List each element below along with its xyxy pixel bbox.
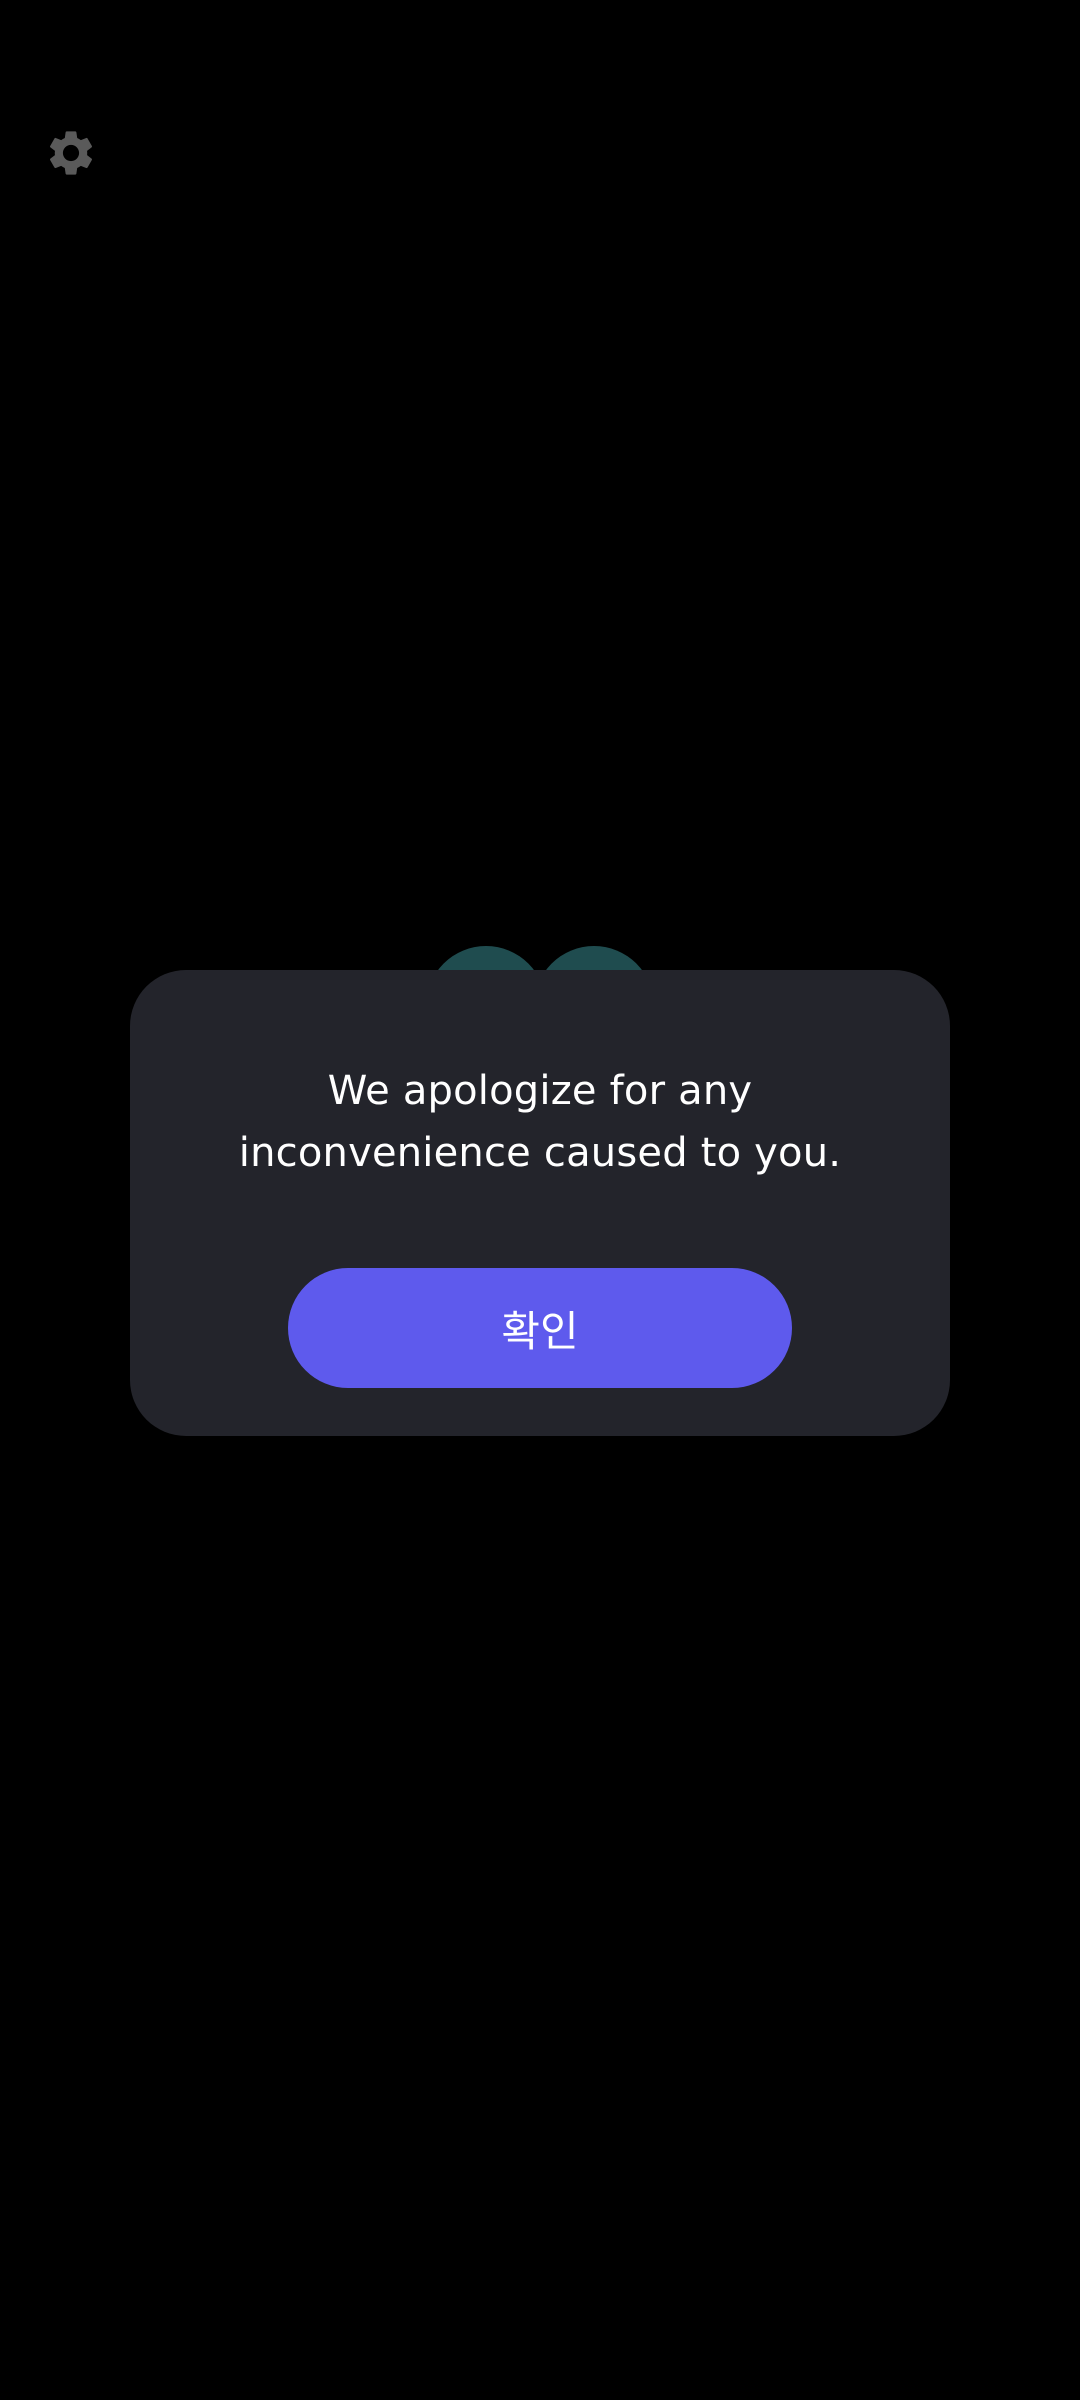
settings-button[interactable] — [44, 126, 98, 180]
gear-icon — [49, 131, 93, 175]
confirm-button[interactable]: 확인 — [288, 1268, 792, 1388]
apology-dialog: We apologize for any inconvenience cause… — [130, 970, 950, 1436]
dialog-message: We apologize for any inconvenience cause… — [238, 1068, 842, 1176]
